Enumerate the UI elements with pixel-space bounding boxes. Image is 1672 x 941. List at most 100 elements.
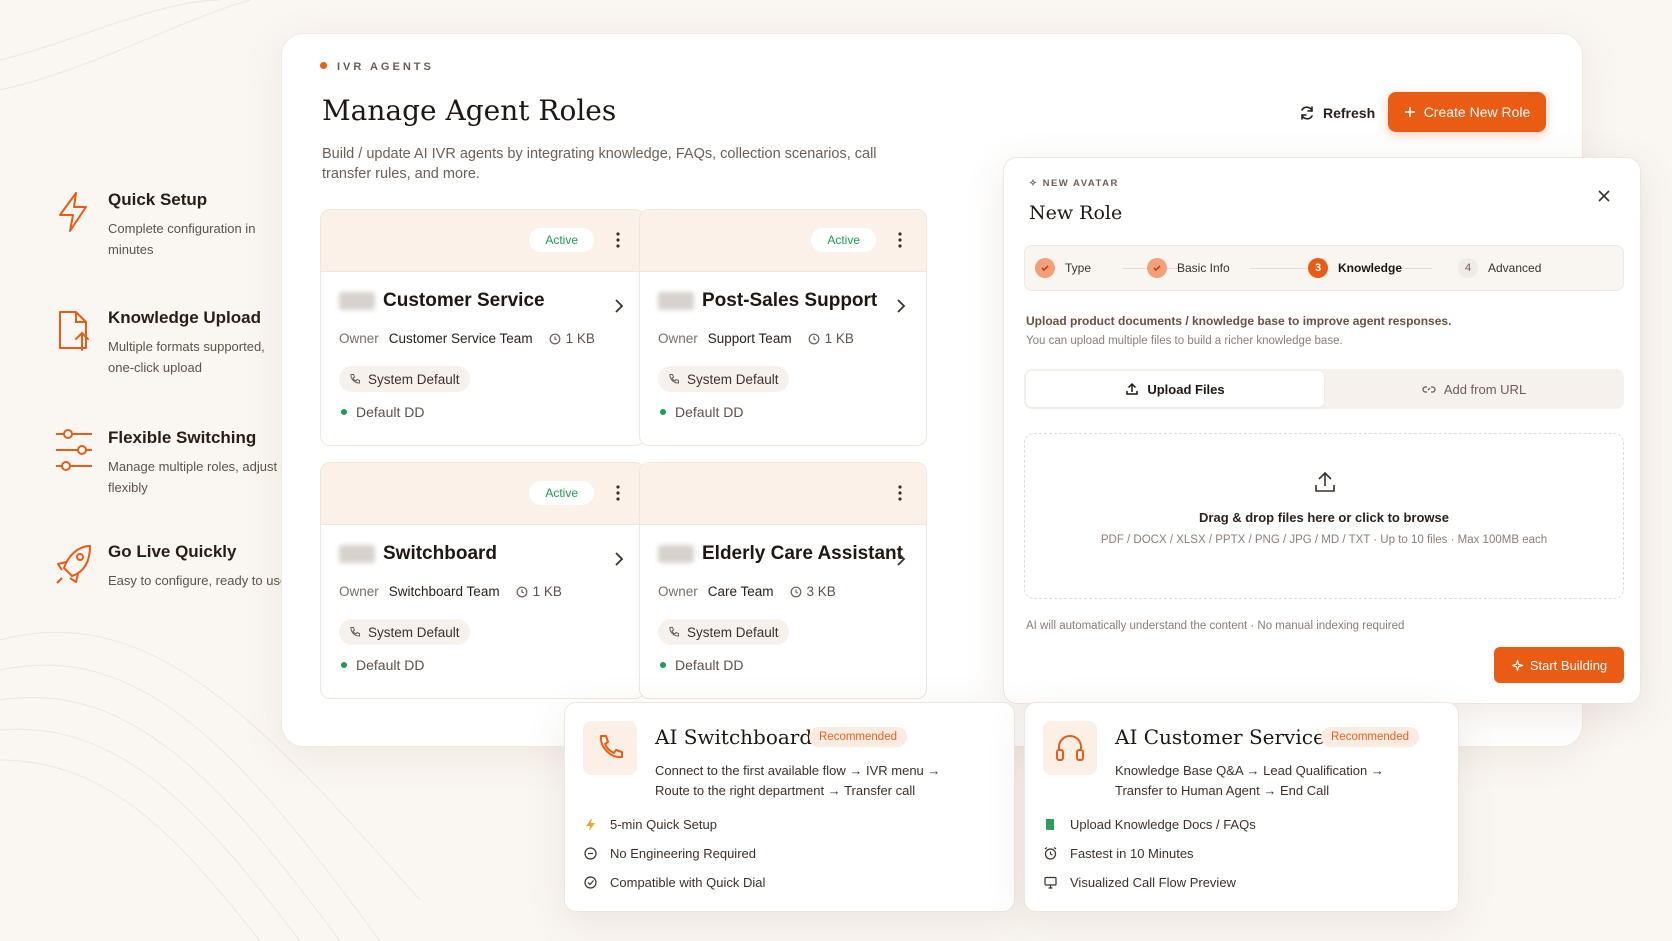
file-size: 3 KB [806,584,836,599]
tab-add-from-url[interactable]: Add from URL [1324,369,1624,409]
feature-title: Go Live Quickly [108,542,237,561]
role-card[interactable]: Elderly Care Assistant Owner Care Team 3 … [639,462,927,699]
role-id [339,292,375,310]
default-dd: Default DD [341,404,424,420]
owner-value: Support Team [707,331,792,346]
headset-icon [1043,721,1097,775]
list-item: Visualized Call Flow Preview [1043,875,1236,890]
phone-icon [669,627,679,637]
list-item: Upload Knowledge Docs / FAQs [1043,817,1256,832]
refresh-icon [1301,106,1313,120]
sliders-icon [56,429,92,471]
file-upload-icon [59,311,89,351]
page-title: Manage Agent Roles [322,94,617,127]
step-knowledge[interactable]: 3 Knowledge [1308,258,1402,278]
no-code-icon [584,847,597,860]
feature-title: Quick Setup [108,190,208,209]
role-card[interactable]: Active Customer Service Owner Customer Se… [320,209,645,446]
role-name: Elderly Care Assistant [702,543,903,564]
card-desc: Connect to the first available flow → IV… [655,763,941,798]
feature-desc: Manage multiple roles, adjust flexibly [108,459,278,495]
chevron-right-icon[interactable] [612,298,626,314]
default-dd: Default DD [660,404,743,420]
more-options-icon[interactable] [892,483,908,503]
create-new-role-button[interactable]: Create New Role [1388,92,1546,132]
feature-desc: Multiple formats supported, one-click up… [108,339,265,375]
chevron-right-icon[interactable] [612,551,626,567]
status-badge: Active [811,228,876,252]
start-building-button[interactable]: Start Building [1494,647,1624,683]
check-circle-icon [584,876,597,889]
check-icon [1147,258,1167,278]
role-name: Switchboard [383,543,498,564]
plus-icon [1404,107,1415,117]
feature-title: Knowledge Upload [108,308,261,327]
recommended-badge: Recommended [809,727,907,747]
alarm-icon [1044,847,1057,860]
feature-desc: Complete configuration in minutes [108,221,256,257]
tab-upload-files[interactable]: Upload Files [1026,371,1324,407]
more-options-icon[interactable] [610,483,626,503]
refresh-button[interactable]: Refresh [1287,94,1387,132]
phone-icon [350,627,360,637]
card-title: AI Customer Service [1115,725,1325,749]
role-id [658,292,694,310]
step-type[interactable]: Type [1035,258,1091,278]
owner-label: Owner [658,331,698,346]
chevron-right-icon[interactable] [894,298,908,314]
system-default-tag: System Default [658,366,789,392]
file-size: 1 KB [565,331,595,346]
upload-tabs: Upload Files Add from URL [1024,369,1624,409]
system-default-tag: System Default [339,619,470,645]
book-icon [1045,819,1054,830]
list-item: Fastest in 10 Minutes [1043,846,1194,861]
list-item: 5-min Quick Setup [583,817,717,832]
dialog-eyebrow: ✧ NEW AVATAR [1029,178,1119,189]
chevron-right-icon[interactable] [894,551,908,567]
clock-icon [516,586,527,597]
card-desc: Knowledge Base Q&A → Lead Qualification … [1115,763,1384,798]
more-options-icon[interactable] [892,230,908,250]
default-dd: Default DD [660,657,743,673]
new-role-dialog: ✧ NEW AVATAR New Role Type Basic Info 3 … [1003,157,1641,704]
role-id [658,545,694,563]
lightning-icon [59,192,87,232]
upload-title: Upload product documents / knowledge bas… [1026,314,1452,328]
monitor-icon [1044,876,1057,889]
lightning-icon [586,818,595,831]
default-dd: Default DD [341,657,424,673]
template-card-ai-switchboard[interactable]: AI Switchboard Recommended Connect to th… [564,702,1015,912]
template-card-ai-customer-service[interactable]: AI Customer Service Recommended Knowledg… [1024,702,1459,912]
file-size: 1 KB [824,331,854,346]
phone-icon [350,374,360,384]
close-icon[interactable] [1596,188,1612,204]
stepper: Type Basic Info 3 Knowledge 4 Advanced [1024,245,1624,291]
recommended-badge: Recommended [1321,727,1419,747]
role-card[interactable]: Active Post-Sales Support Owner Support T… [639,209,927,446]
role-id [339,545,375,563]
system-default-tag: System Default [339,366,470,392]
system-default-tag: System Default [658,619,789,645]
owner-label: Owner [658,584,698,599]
owner-value: Switchboard Team [388,584,500,599]
step-basic-info[interactable]: Basic Info [1147,258,1230,278]
owner-value: Customer Service Team [388,331,533,346]
file-size: 1 KB [532,584,562,599]
owner-value: Care Team [707,584,774,599]
list-item: Compatible with Quick Dial [583,875,765,890]
sparkle-icon [1511,659,1523,671]
clock-icon [808,333,819,344]
role-name: Post-Sales Support [702,290,878,311]
file-dropzone[interactable]: Drag & drop files here or click to brows… [1024,433,1624,599]
ai-note: AI will automatically understand the con… [1026,620,1405,632]
step-advanced[interactable]: 4 Advanced [1458,258,1541,278]
owner-label: Owner [339,584,379,599]
more-options-icon[interactable] [610,230,626,250]
upload-icon [1315,471,1335,492]
upload-subtitle: You can upload multiple files to build a… [1026,335,1343,347]
feature-desc: Easy to configure, ready to use [108,573,288,588]
role-card[interactable]: Active Switchboard Owner Switchboard Team… [320,462,645,699]
rocket-icon [56,545,91,584]
status-badge: Active [529,228,594,252]
phone-icon [583,721,637,775]
